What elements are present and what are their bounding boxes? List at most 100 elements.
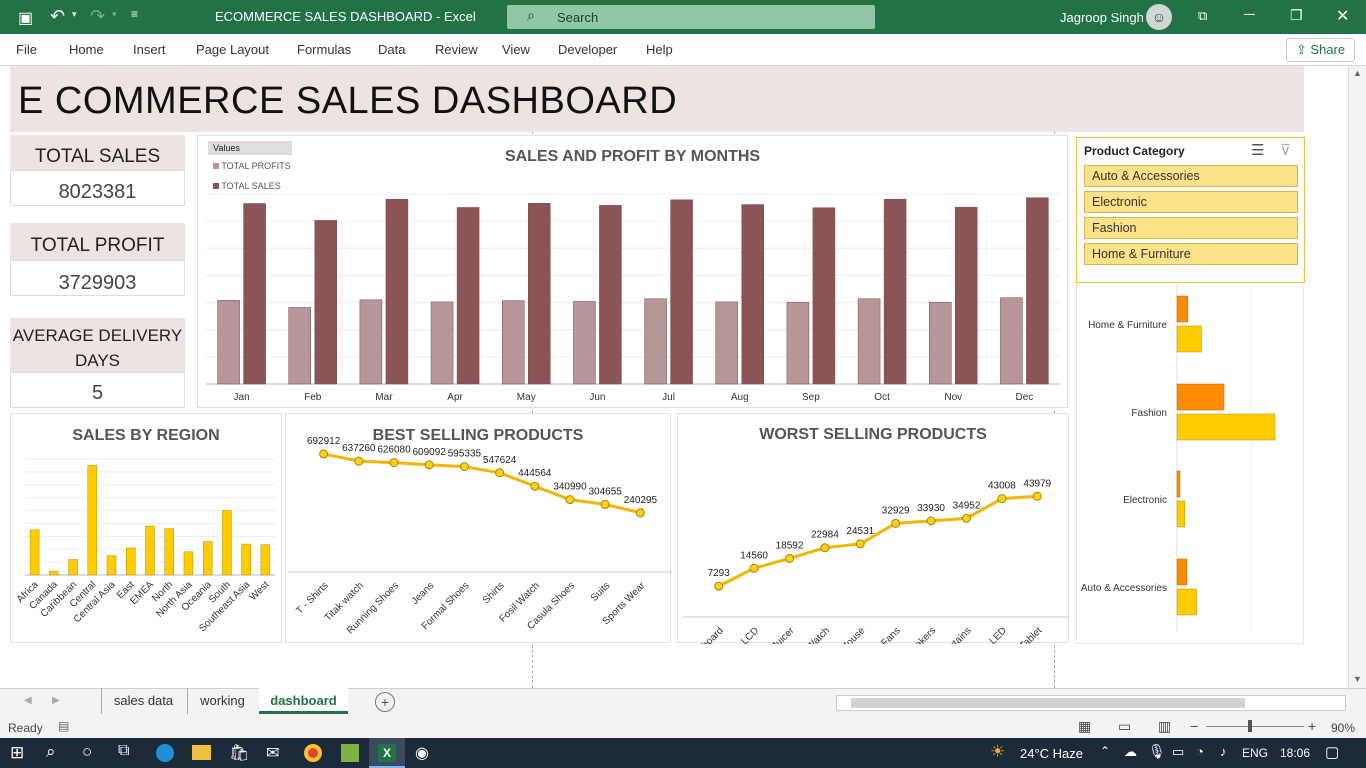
slicer-item-fashion[interactable]: Fashion — [1084, 217, 1298, 239]
user-name[interactable]: Jagroop Singh — [1060, 10, 1144, 25]
wifi-icon[interactable]: ◔ — [1196, 744, 1204, 759]
tab-insert[interactable]: Insert — [133, 42, 166, 57]
zoom-in-icon[interactable]: + — [1308, 718, 1316, 734]
multi-select-icon[interactable]: ☰ — [1251, 141, 1264, 159]
bar-sales-dec — [1026, 197, 1049, 385]
region-bar-canada — [49, 570, 59, 576]
sheet-tab-sales-data[interactable]: sales data — [101, 688, 185, 714]
x-tick-label: West — [248, 579, 272, 603]
network-icon[interactable]: ☁ — [1124, 744, 1137, 760]
x-tick-label: Suits — [589, 580, 613, 604]
clear-filter-icon[interactable]: ⊽ — [1280, 141, 1291, 159]
vertical-scrollbar[interactable]: ▲ ▼ — [1348, 66, 1366, 688]
category-bar-yellow — [1176, 500, 1186, 528]
minimize-icon[interactable]: ─ — [1244, 6, 1255, 23]
redo-icon[interactable]: ↷ — [90, 6, 105, 27]
store-icon[interactable]: 🛍 — [229, 743, 249, 763]
weather-text[interactable]: 24°C Haze — [1020, 746, 1083, 761]
slicer-item-auto-accessories[interactable]: Auto & Accessories — [1084, 165, 1298, 187]
redo-dropdown-icon[interactable]: ▾ — [112, 9, 117, 20]
data-point — [785, 553, 794, 563]
edge-icon[interactable] — [156, 744, 174, 762]
battery-icon[interactable]: ▭ — [1172, 744, 1184, 760]
notifications-icon[interactable]: ▢ — [1325, 743, 1339, 761]
tab-file[interactable]: File — [16, 42, 37, 57]
slicer-item-electronic[interactable]: Electronic — [1084, 191, 1298, 213]
zoom-out-icon[interactable]: − — [1190, 718, 1198, 734]
best-selling-chart[interactable]: BEST SELLING PRODUCTS 692912 T - Shirts 63… — [285, 413, 672, 643]
data-label: 547624 — [483, 455, 517, 466]
microphone-icon[interactable]: 🎙 — [1148, 743, 1166, 760]
slicer-item-home-furniture[interactable]: Home & Furniture — [1084, 243, 1298, 265]
clock[interactable]: 18:06 — [1280, 746, 1310, 760]
zoom-slider[interactable] — [1206, 726, 1304, 727]
restore-icon[interactable]: ❐ — [1290, 7, 1303, 24]
kpi-total-profit-value: 3729903 — [10, 260, 185, 296]
category-bar-orange — [1176, 470, 1181, 498]
sheet-tab-dashboard[interactable]: dashboard — [259, 688, 348, 714]
undo-dropdown-icon[interactable]: ▾ — [72, 9, 77, 20]
horizontal-scrollbar[interactable] — [836, 695, 1346, 711]
worst-selling-chart[interactable]: WORST SELLING PRODUCTS 7293Keyboard14560… — [677, 413, 1070, 644]
page-layout-view-icon[interactable]: ▭ — [1118, 718, 1131, 735]
save-icon[interactable]: ▣ — [18, 8, 33, 28]
start-icon[interactable]: ⊞ — [10, 743, 24, 763]
sheet-tab-working[interactable]: working — [187, 688, 257, 714]
task-view-icon[interactable]: ⧉ — [118, 742, 129, 760]
x-tick-label: Watch — [804, 625, 832, 644]
tab-view[interactable]: View — [502, 42, 530, 57]
normal-view-icon[interactable]: ▦ — [1078, 718, 1091, 735]
next-sheet-icon[interactable]: ▶ — [52, 695, 60, 706]
region-bar-central — [87, 465, 98, 576]
chrome-icon[interactable] — [304, 744, 322, 762]
scroll-down-icon[interactable]: ▼ — [1353, 674, 1362, 684]
bar-profit-mar — [359, 299, 383, 385]
customize-toolbar-icon[interactable]: ≡ — [131, 7, 138, 21]
tray-chevron-icon[interactable]: ⌃ — [1100, 744, 1110, 758]
avatar[interactable]: ☺ — [1146, 4, 1172, 30]
accessibility-icon[interactable]: ▤ — [58, 719, 69, 733]
worst-selling-plot: 7293Keyboard14560LCD18592Mixer/Juicer229… — [683, 478, 1070, 644]
zoom-slider-thumb[interactable] — [1248, 720, 1252, 732]
tab-home[interactable]: Home — [69, 42, 104, 57]
tab-page-layout[interactable]: Page Layout — [196, 42, 269, 57]
obs-icon[interactable]: ◉ — [415, 743, 429, 763]
share-button[interactable]: ⇪ Share — [1286, 38, 1355, 62]
tab-data[interactable]: Data — [378, 42, 405, 57]
volume-icon[interactable]: ♪ — [1220, 744, 1227, 759]
tab-developer[interactable]: Developer — [558, 42, 617, 57]
search-box[interactable]: ⌕ Search — [507, 5, 875, 29]
title-bar: ▣ ↶ ▾ ↷ ▾ ≡ ECOMMERCE SALES DASHBOARD - … — [0, 0, 1366, 34]
kpi-avg-delivery-value: 5 — [10, 372, 185, 408]
data-label: 33930 — [917, 503, 945, 514]
sales-profit-chart[interactable]: Values Jan Feb Mar Apr May Jun Jul Aug Sep Oct Nov… — [197, 135, 1068, 408]
close-icon[interactable]: ✕ — [1336, 6, 1349, 26]
tab-formulas[interactable]: Formulas — [297, 42, 351, 57]
horizontal-scroll-thumb[interactable] — [851, 698, 1245, 708]
sales-by-region-chart[interactable]: SALES BY REGION Africa Canada Caribbean Cen… — [10, 413, 282, 643]
x-tick-label: LCD — [739, 625, 761, 644]
cortana-icon[interactable]: ○ — [82, 742, 92, 762]
file-explorer-icon[interactable] — [192, 745, 211, 760]
add-sheet-icon[interactable]: + — [375, 692, 395, 712]
page-break-view-icon[interactable]: ▥ — [1158, 718, 1171, 735]
category-chart[interactable]: Auto & Accessories Electronic Fashion Home … — [1076, 284, 1304, 644]
excel-taskbar-button[interactable]: X — [369, 738, 405, 768]
tab-help[interactable]: Help — [646, 42, 673, 57]
app-icon[interactable] — [341, 744, 359, 762]
x-tick-label: Curtains — [940, 625, 974, 644]
search-icon[interactable]: ⌕ — [46, 742, 56, 762]
bar-sales-mar — [385, 199, 409, 385]
mail-icon[interactable]: ✉ — [266, 743, 279, 763]
slicer-title: Product Category — [1084, 144, 1185, 158]
zoom-level[interactable]: 90% — [1331, 721, 1355, 735]
data-point — [424, 460, 434, 470]
data-label: 692912 — [307, 436, 341, 447]
prev-sheet-icon[interactable]: ◀ — [24, 695, 32, 706]
region-bar-africa — [29, 529, 40, 576]
undo-icon[interactable]: ↶ — [50, 6, 65, 27]
tab-review[interactable]: Review — [435, 42, 478, 57]
ribbon-display-options-icon[interactable]: ⧉ — [1198, 8, 1207, 24]
scroll-up-icon[interactable]: ▲ — [1353, 68, 1362, 78]
language-indicator[interactable]: ENG — [1242, 746, 1268, 760]
